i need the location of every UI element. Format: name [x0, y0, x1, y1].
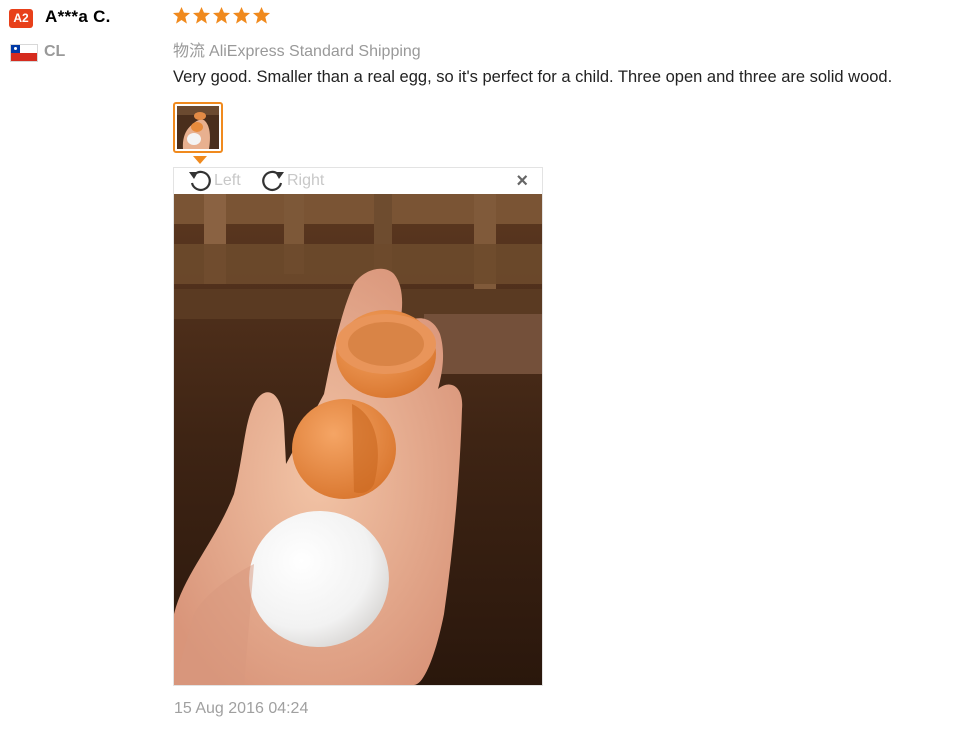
thumbnail-image [177, 106, 219, 149]
review-photo-thumbnail[interactable] [173, 102, 223, 153]
close-viewer-button[interactable]: × [516, 171, 528, 191]
shipping-info: 物流 AliExpress Standard Shipping [173, 37, 421, 61]
rotate-right-button[interactable]: Right [259, 168, 324, 194]
review-photo [174, 194, 542, 685]
buyer-name: A***a C. [45, 7, 111, 26]
photo-viewer: Left Right × [173, 167, 543, 686]
chile-flag-icon [10, 44, 38, 62]
buyer-level-badge: A2 [9, 9, 33, 28]
rotate-left-label: Left [214, 172, 241, 189]
rotate-left-icon [186, 168, 214, 194]
star-rating [172, 6, 271, 25]
logistics-label: 物流 [173, 41, 206, 60]
star-icon [192, 6, 211, 25]
star-icon [212, 6, 231, 25]
active-thumbnail-indicator [193, 156, 207, 164]
shipping-method: AliExpress Standard Shipping [209, 43, 421, 60]
review-text: Very good. Smaller than a real egg, so i… [173, 68, 893, 86]
rotate-right-label: Right [287, 172, 325, 189]
review-date: 15 Aug 2016 04:24 [174, 700, 309, 717]
buyer-country: CL [44, 43, 66, 60]
star-icon [232, 6, 251, 25]
rotate-right-icon [259, 168, 287, 194]
viewer-toolbar: Left Right × [174, 168, 542, 194]
star-icon [172, 6, 191, 25]
rotate-left-button[interactable]: Left [186, 168, 241, 194]
star-icon [252, 6, 271, 25]
